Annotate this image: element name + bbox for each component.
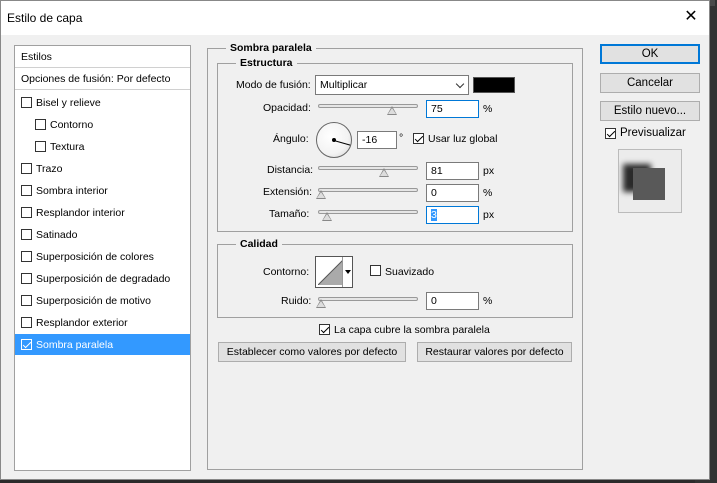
chevron-down-icon[interactable] [342,257,351,287]
quality-title: Calidad [236,238,282,250]
checkbox[interactable] [21,207,32,218]
cancel-button[interactable]: Cancelar [600,73,700,93]
angle-unit: ° [399,132,404,144]
checkbox[interactable] [21,163,32,174]
knockout-checkbox[interactable] [319,324,330,335]
blend-mode-select[interactable]: Multiplicar [315,75,469,95]
checkbox[interactable] [21,185,32,196]
spread-input[interactable]: 0 [426,184,479,202]
close-icon[interactable]: ✕ [681,7,701,27]
knockout-label: La capa cubre la sombra paralela [334,324,490,336]
size-label: Tamaño: [269,208,310,220]
spread-unit: % [483,187,493,199]
angle-input[interactable]: -16 [357,131,397,149]
make-default-button[interactable]: Establecer como valores por defecto [218,342,406,362]
style-item-satin[interactable]: Satinado [15,224,190,246]
checkbox[interactable] [35,141,46,152]
style-item-inner-glow[interactable]: Resplandor interior [15,202,190,224]
distance-slider[interactable] [318,166,418,177]
checkbox[interactable] [35,119,46,130]
checkbox[interactable] [21,273,32,284]
layer-style-dialog: Estilo de capa ✕ Estilos Opciones de fus… [0,0,710,480]
preview-square [633,168,665,200]
style-item-texture[interactable]: Textura [15,136,190,158]
style-item-pattern-overlay[interactable]: Superposición de motivo [15,290,190,312]
opacity-unit: % [483,103,493,115]
blend-options-item[interactable]: Opciones de fusión: Por defecto [15,68,190,90]
style-item-color-overlay[interactable]: Superposición de colores [15,246,190,268]
styles-list: Estilos Opciones de fusión: Por defecto … [14,45,191,471]
noise-slider[interactable] [316,297,418,308]
global-light-checkbox[interactable] [413,133,424,144]
spread-slider[interactable] [316,188,418,199]
distance-unit: px [483,165,495,177]
checkbox[interactable] [21,339,32,350]
checkbox[interactable] [21,229,32,240]
antialias-checkbox[interactable] [370,265,381,276]
global-light-label: Usar luz global [428,133,498,145]
shadow-color-swatch[interactable] [473,77,515,93]
slider-thumb[interactable] [316,190,326,199]
checkbox[interactable] [21,97,32,108]
angle-hand [333,140,351,146]
noise-label: Ruido: [281,295,312,307]
panel-title: Sombra paralela [226,42,316,54]
antialias-label: Suavizado [385,266,435,278]
new-style-button[interactable]: Estilo nuevo... [600,101,700,121]
spread-label: Extensión: [263,186,313,198]
contour-curve-icon [318,259,344,285]
distance-input[interactable]: 81 [426,162,479,180]
contour-picker[interactable] [315,256,353,288]
noise-input[interactable]: 0 [426,292,479,310]
opacity-input[interactable]: 75 [426,100,479,118]
style-item-contour[interactable]: Contorno [15,114,190,136]
slider-thumb[interactable] [387,106,397,115]
size-input[interactable]: 3 [426,206,479,224]
style-item-outer-glow[interactable]: Resplandor exterior [15,312,190,334]
checkbox[interactable] [21,295,32,306]
noise-unit: % [483,295,493,307]
slider-thumb[interactable] [322,212,332,221]
checkbox[interactable] [21,317,32,328]
style-item-inner-shadow[interactable]: Sombra interior [15,180,190,202]
size-unit: px [483,209,495,221]
size-slider[interactable] [318,210,418,221]
style-item-bevel[interactable]: Bisel y relieve [15,92,190,114]
preview-label: Previsualizar [620,127,686,139]
style-item-stroke[interactable]: Trazo [15,158,190,180]
checkbox[interactable] [21,251,32,262]
reset-default-button[interactable]: Restaurar valores por defecto [417,342,572,362]
style-preview [618,149,682,213]
opacity-label: Opacidad: [263,102,311,114]
chevron-down-icon [455,79,465,89]
preview-checkbox[interactable] [605,128,616,139]
ok-button[interactable]: OK [600,44,700,64]
window-title: Estilo de capa [7,11,83,25]
angle-label: Ángulo: [273,133,309,145]
contour-label: Contorno: [263,266,310,278]
style-item-drop-shadow[interactable]: Sombra paralela [15,334,190,355]
slider-thumb[interactable] [379,168,389,177]
angle-center [332,138,336,142]
slider-thumb[interactable] [316,299,326,308]
angle-dial[interactable] [316,122,352,158]
structure-title: Estructura [236,57,297,69]
title-bar: Estilo de capa ✕ [1,1,709,35]
style-item-gradient-overlay[interactable]: Superposición de degradado [15,268,190,290]
distance-label: Distancia: [267,164,314,176]
styles-header[interactable]: Estilos [15,46,190,68]
opacity-slider[interactable] [318,104,418,115]
blend-mode-label: Modo de fusión: [236,79,311,91]
quality-group: Calidad [217,238,573,318]
